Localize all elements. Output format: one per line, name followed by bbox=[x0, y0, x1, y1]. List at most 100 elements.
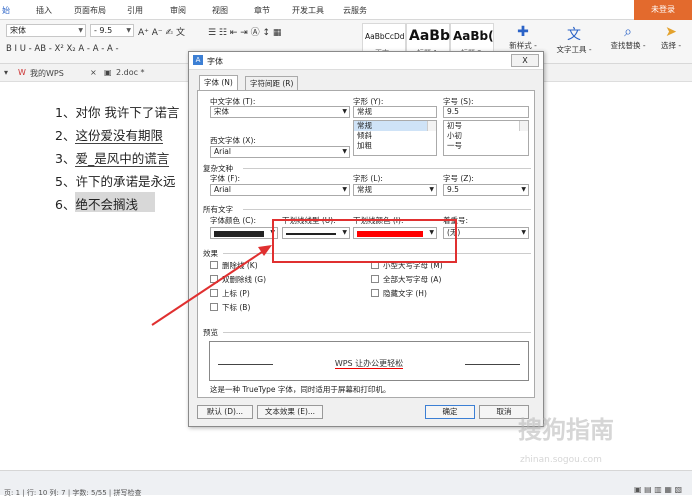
style-option[interactable]: 常规 bbox=[354, 121, 436, 131]
complex-size-label: 字号 (Z): bbox=[443, 174, 474, 183]
size-option[interactable]: 初号 bbox=[444, 121, 528, 131]
style-option[interactable]: 倾斜 bbox=[354, 131, 436, 141]
tab-font[interactable]: 字体 (N) bbox=[199, 75, 238, 90]
watermark-logo: 搜狗指南 bbox=[518, 416, 614, 444]
line-text: 绝不会搁浅 bbox=[75, 197, 138, 212]
status-text: 页: 1 | 行: 10 列: 7 | 字数: 5/55 | 拼写检查 bbox=[4, 489, 142, 497]
font-size-combo[interactable]: - 9.5 ▼ bbox=[90, 24, 134, 37]
line-text: 对你 我许下了诺言 bbox=[75, 105, 180, 120]
chevron-down-icon: ▼ bbox=[342, 186, 347, 193]
wps-logo-icon: W bbox=[18, 68, 26, 77]
doc-tab-mywps[interactable]: 我的WPS bbox=[30, 68, 64, 79]
text-tools-label: 文字工具 - bbox=[556, 45, 592, 54]
all-caps-checkbox[interactable] bbox=[371, 275, 379, 283]
chevron-down-icon: ▼ bbox=[521, 229, 526, 236]
font-color-label: 字体颜色 (C): bbox=[210, 216, 256, 225]
tab-page-layout[interactable]: 页面布局 bbox=[74, 5, 106, 16]
complex-font-value: Arial bbox=[214, 185, 231, 194]
effects-section-title: 效果 bbox=[203, 249, 218, 258]
cn-font-select[interactable]: 宋体 ▼ bbox=[210, 106, 350, 118]
complex-font-select[interactable]: Arial ▼ bbox=[210, 184, 350, 196]
size-list[interactable]: 初号 小初 一号 bbox=[443, 120, 529, 156]
style-sample: AaBb bbox=[409, 28, 450, 44]
tab-cloud[interactable]: 云服务 bbox=[343, 5, 367, 16]
close-button[interactable]: X bbox=[511, 54, 539, 67]
superscript-checkbox[interactable] bbox=[210, 289, 218, 297]
font-size-value: - 9.5 bbox=[94, 26, 113, 35]
size-option[interactable]: 小初 bbox=[444, 131, 528, 141]
divider bbox=[223, 332, 531, 333]
annotation-highlight-box bbox=[272, 219, 457, 263]
doc-line[interactable]: 1、对你 我许下了诺言 bbox=[55, 102, 179, 121]
size-option[interactable]: 一号 bbox=[444, 141, 528, 151]
login-button[interactable]: 未登录 bbox=[634, 0, 692, 20]
doc-line[interactable]: 5、许下的承诺是永远 bbox=[55, 171, 175, 190]
tab-reference[interactable]: 引用 bbox=[127, 5, 143, 16]
style-input[interactable]: 常规 bbox=[353, 106, 437, 118]
hidden-text-label: 隐藏文字 (H) bbox=[383, 289, 427, 298]
complex-style-select[interactable]: 常规 ▼ bbox=[353, 184, 437, 196]
list-icons[interactable]: ☰ ☷ ⇤ ⇥ Ⓐ ↕ ▦ bbox=[208, 25, 281, 38]
west-font-select[interactable]: Arial ▼ bbox=[210, 146, 350, 158]
style-list[interactable]: 常规 倾斜 加粗 bbox=[353, 120, 437, 156]
divider bbox=[243, 209, 531, 210]
doc-line[interactable]: 3、爱_是风中的谎言 bbox=[55, 148, 170, 167]
all-text-section-title: 所有文字 bbox=[203, 205, 233, 214]
default-button[interactable]: 默认 (D)... bbox=[197, 405, 253, 419]
tab-char-spacing[interactable]: 字符间距 (R) bbox=[245, 76, 299, 90]
tab-review[interactable]: 审阅 bbox=[170, 5, 186, 16]
select-button[interactable]: ➤ 选择 - bbox=[652, 24, 690, 51]
tab-home[interactable]: 始 bbox=[2, 5, 10, 16]
size-input[interactable]: 9.5 bbox=[443, 106, 529, 118]
select-label: 选择 - bbox=[660, 41, 682, 50]
find-replace-label: 查找替换 - bbox=[610, 41, 646, 50]
text-effect-button[interactable]: 文本效果 (E)... bbox=[257, 405, 323, 419]
scrollbar[interactable] bbox=[427, 121, 436, 131]
close-icon[interactable]: × bbox=[90, 68, 97, 77]
subscript-checkbox[interactable] bbox=[210, 303, 218, 311]
strikethrough-checkbox[interactable] bbox=[210, 261, 218, 269]
scrollbar[interactable] bbox=[519, 121, 528, 131]
style-value: 常规 bbox=[357, 107, 372, 116]
new-style-button[interactable]: ✚ 新样式 - bbox=[503, 24, 543, 51]
search-icon: ⌕ bbox=[624, 24, 632, 40]
double-strikethrough-checkbox[interactable] bbox=[210, 275, 218, 283]
line-number: 6、 bbox=[55, 197, 76, 212]
font-name-combo[interactable]: 宋体 ▼ bbox=[6, 24, 86, 37]
preview-box: WPS 让办公更轻松 bbox=[209, 341, 529, 381]
all-caps-label: 全部大写字母 (A) bbox=[383, 275, 442, 284]
preview-sample: WPS 让办公更轻松 bbox=[334, 359, 404, 369]
complex-style-value: 常规 bbox=[357, 185, 372, 194]
doc-tab-2doc[interactable]: 2.doc * bbox=[116, 68, 145, 77]
tab-chapter[interactable]: 章节 bbox=[254, 5, 270, 16]
ok-button[interactable]: 确定 bbox=[425, 405, 475, 419]
find-replace-button[interactable]: ⌕ 查找替换 - bbox=[606, 24, 650, 51]
watermark-url: zhinan.sogou.com bbox=[520, 455, 602, 465]
chevron-down-icon[interactable]: ▾ bbox=[4, 68, 8, 77]
line-text: 许下的承诺是永远 bbox=[75, 174, 176, 189]
font-dialog-icon: A bbox=[193, 55, 203, 65]
tab-view[interactable]: 视图 bbox=[212, 5, 228, 16]
doc-line[interactable]: 6、绝不会搁浅 bbox=[55, 194, 138, 213]
style-sample: AaBbCcDd bbox=[365, 32, 405, 41]
text-tools-button[interactable]: 文文字工具 - bbox=[552, 24, 596, 55]
font-color-select[interactable]: ▼ bbox=[210, 227, 278, 239]
tab-insert[interactable]: 插入 bbox=[36, 5, 52, 16]
close-icon: X bbox=[522, 56, 528, 65]
font-name-value: 宋体 bbox=[10, 26, 26, 35]
size-value: 9.5 bbox=[447, 107, 459, 116]
complex-size-select[interactable]: 9.5 ▼ bbox=[443, 184, 529, 196]
cn-font-value: 宋体 bbox=[214, 107, 229, 116]
chevron-down-icon: ▼ bbox=[78, 27, 83, 34]
hidden-text-checkbox[interactable] bbox=[371, 289, 379, 297]
format-toolbar[interactable]: B I U - AB - X² X₂ A - A - A - bbox=[6, 44, 119, 54]
dialog-titlebar[interactable]: A 字体 X bbox=[189, 52, 543, 70]
view-mode-icons[interactable]: ▣ ▤ ▥ ▦ ▧ bbox=[634, 485, 682, 494]
grow-font-icon[interactable]: A⁺ A⁻ ✍ 文 bbox=[138, 25, 185, 38]
tab-developer[interactable]: 开发工具 bbox=[292, 5, 324, 16]
style-option[interactable]: 加粗 bbox=[354, 141, 436, 151]
new-style-icon: ✚ bbox=[517, 24, 529, 40]
menu-tab-bar: 始 插入 页面布局 引用 审阅 视图 章节 开发工具 云服务 未登录 bbox=[0, 0, 692, 20]
west-font-value: Arial bbox=[214, 147, 231, 156]
doc-line[interactable]: 2、这份爱没有期限 bbox=[55, 125, 163, 144]
